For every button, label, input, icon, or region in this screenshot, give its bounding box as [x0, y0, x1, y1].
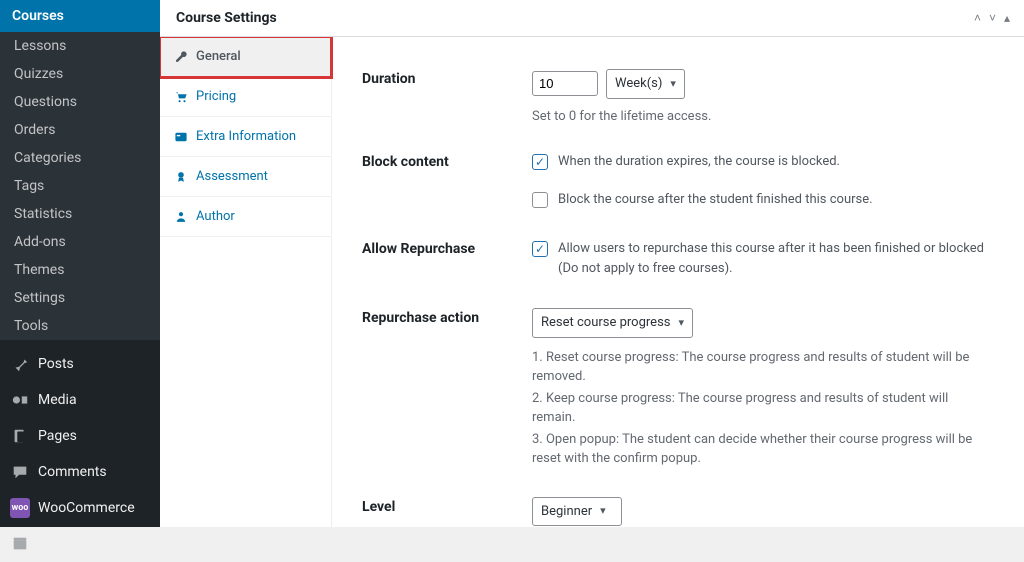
tab-general[interactable]: General [160, 37, 331, 77]
products-icon [10, 534, 30, 554]
row-repurchase-action: Repurchase action Reset course progress … [362, 300, 994, 489]
woo-icon: woo [10, 498, 30, 518]
sidebar-item-addons[interactable]: Add-ons [0, 228, 160, 256]
sidebar-item-settings[interactable]: Settings [0, 284, 160, 312]
block-content-checkbox-finished[interactable] [532, 192, 548, 208]
repurchase-action-desc: 1. Reset course progress: The course pro… [532, 348, 994, 469]
sidebar-main-media[interactable]: Media [0, 382, 160, 418]
row-allow-repurchase: Allow Repurchase Allow users to repurcha… [362, 231, 994, 300]
label-duration: Duration [362, 69, 532, 87]
sidebar-main-label: Products [38, 536, 94, 552]
sidebar-item-tags[interactable]: Tags [0, 172, 160, 200]
row-block-content: Block content When the duration expires,… [362, 144, 994, 231]
repurchase-desc-2: 2. Keep course progress: The course prog… [532, 389, 994, 428]
sidebar-item-quizzes[interactable]: Quizzes [0, 60, 160, 88]
repurchase-action-value: Reset course progress [541, 313, 671, 333]
repurchase-action-select[interactable]: Reset course progress ▾ [532, 308, 693, 338]
panel-move-up-icon[interactable]: ˄ [974, 11, 981, 25]
sidebar-item-categories[interactable]: Categories [0, 144, 160, 172]
allow-repurchase-checkbox[interactable] [532, 241, 548, 257]
sidebar-item-questions[interactable]: Questions [0, 88, 160, 116]
label-repurchase-action: Repurchase action [362, 308, 532, 326]
tab-label: Pricing [196, 89, 236, 104]
sidebar-main-items: Posts Media Pages Comments woo WooCommer… [0, 340, 160, 562]
level-value: Beginner [541, 502, 592, 522]
panel-title: Course Settings [176, 10, 277, 26]
panel-header: Course Settings ˄ ˅ ▴ [160, 0, 1024, 37]
course-settings-panel: Course Settings ˄ ˅ ▴ General Pricing [160, 0, 1024, 527]
sidebar-main-label: Media [38, 392, 77, 408]
row-duration: Duration Week(s) ▾ Set to 0 for the life… [362, 61, 994, 144]
sidebar-item-orders[interactable]: Orders [0, 116, 160, 144]
sidebar-main-label: Comments [38, 464, 107, 480]
badge-icon [174, 170, 188, 184]
block-content-checkbox-expire[interactable] [532, 154, 548, 170]
wrench-icon [174, 50, 188, 64]
allow-repurchase-text: Allow users to repurchase this course af… [558, 239, 994, 278]
user-icon [174, 210, 188, 224]
sidebar-main-label: Posts [38, 356, 74, 372]
settings-form: Duration Week(s) ▾ Set to 0 for the life… [332, 37, 1024, 527]
tab-label: Extra Information [196, 129, 296, 144]
block-content-text-finished: Block the course after the student finis… [558, 190, 994, 210]
tab-label: Author [196, 209, 235, 224]
tab-pricing[interactable]: Pricing [160, 77, 331, 117]
label-allow-repurchase: Allow Repurchase [362, 239, 532, 257]
duration-help: Set to 0 for the lifetime access. [532, 107, 994, 127]
tab-label: General [196, 49, 241, 64]
chevron-down-icon: ▾ [679, 315, 685, 332]
sidebar-main-posts[interactable]: Posts [0, 346, 160, 382]
panel-move-down-icon[interactable]: ˅ [989, 11, 996, 25]
duration-unit-value: Week(s) [615, 74, 662, 94]
tab-assessment[interactable]: Assessment [160, 157, 331, 197]
wp-admin-sidebar: Courses Lessons Quizzes Questions Orders… [0, 0, 160, 527]
sidebar-main-label: Pages [38, 428, 77, 444]
repurchase-desc-1: 1. Reset course progress: The course pro… [532, 348, 994, 387]
settings-tabs: General Pricing Extra Information Assess… [160, 37, 332, 527]
sidebar-main-label: WooCommerce [38, 500, 135, 516]
panel-header-controls: ˄ ˅ ▴ [974, 11, 1010, 25]
sidebar-main-pages[interactable]: Pages [0, 418, 160, 454]
sidebar-item-themes[interactable]: Themes [0, 256, 160, 284]
media-icon [10, 390, 30, 410]
page-icon [10, 426, 30, 446]
duration-unit-select[interactable]: Week(s) ▾ [606, 69, 685, 99]
comment-icon [10, 462, 30, 482]
sidebar-main-comments[interactable]: Comments [0, 454, 160, 490]
label-block-content: Block content [362, 152, 532, 170]
sidebar-item-statistics[interactable]: Statistics [0, 200, 160, 228]
pin-icon [10, 354, 30, 374]
row-level: Level Beginner ▾ Choose a difficulty lev… [362, 489, 994, 528]
duration-input[interactable] [532, 71, 598, 96]
sidebar-item-lessons[interactable]: Lessons [0, 32, 160, 60]
sidebar-main-woocommerce[interactable]: woo WooCommerce [0, 490, 160, 526]
cart-icon [174, 90, 188, 104]
block-content-text-expire: When the duration expires, the course is… [558, 152, 994, 172]
sidebar-submenu: Lessons Quizzes Questions Orders Categor… [0, 32, 160, 340]
tab-label: Assessment [196, 169, 268, 184]
tab-author[interactable]: Author [160, 197, 331, 237]
repurchase-desc-3: 3. Open popup: The student can decide wh… [532, 430, 994, 469]
sidebar-parent-courses[interactable]: Courses [0, 0, 160, 32]
chevron-down-icon: ▾ [670, 76, 676, 93]
label-level: Level [362, 497, 532, 515]
tab-extra-information[interactable]: Extra Information [160, 117, 331, 157]
card-icon [174, 130, 188, 144]
panel-collapse-icon[interactable]: ▴ [1004, 11, 1010, 25]
sidebar-main-products[interactable]: Products [0, 526, 160, 562]
chevron-down-icon: ▾ [600, 503, 606, 520]
level-select[interactable]: Beginner ▾ [532, 497, 622, 527]
sidebar-item-tools[interactable]: Tools [0, 312, 160, 340]
